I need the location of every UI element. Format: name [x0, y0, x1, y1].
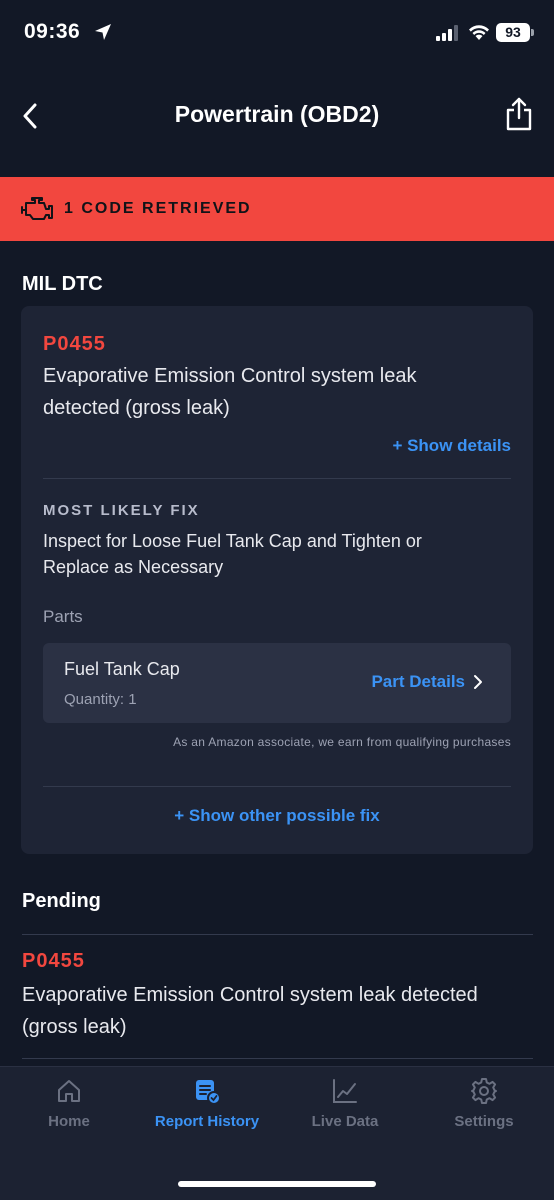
page-title: Powertrain (OBD2) [174, 101, 380, 127]
tab-settings-label: Settings [454, 1113, 514, 1130]
pending-divider-bottom [22, 1058, 533, 1059]
chevron-left-icon [23, 103, 37, 129]
status-time: 09:36 [24, 20, 81, 43]
tab-report-history-label: Report History [154, 1113, 260, 1130]
codes-retrieved-banner: 1 CODE RETRIEVED [0, 177, 554, 241]
banner-text: 1 CODE RETRIEVED [64, 200, 252, 217]
part-quantity: Quantity: 1 [64, 691, 137, 708]
live-data-chart-icon [333, 1079, 357, 1103]
share-icon [506, 97, 532, 131]
status-bar: 09:36 93 [0, 0, 554, 66]
back-button[interactable] [14, 98, 46, 134]
show-other-fix-link[interactable]: + Show other possible fix [21, 806, 533, 826]
tab-home[interactable]: Home [0, 1077, 138, 1141]
tab-report-history[interactable]: Report History [138, 1077, 276, 1141]
pending-divider-top [22, 934, 533, 935]
battery-indicator: 93 [496, 23, 530, 42]
amazon-associate-note: As an Amazon associate, we earn from qua… [173, 735, 511, 749]
most-likely-fix-heading: MOST LIKELY FIX [43, 502, 200, 519]
nav-header: Powertrain (OBD2) [0, 86, 554, 146]
tab-home-label: Home [48, 1113, 90, 1130]
pending-heading: Pending [22, 890, 101, 912]
tab-live-data-label: Live Data [311, 1113, 379, 1130]
location-arrow-icon [95, 24, 111, 40]
part-details-label: Part Details [371, 672, 465, 691]
gear-icon [471, 1078, 497, 1104]
check-engine-icon [21, 197, 53, 220]
tab-settings[interactable]: Settings [415, 1077, 553, 1141]
pending-dtc-description: Evaporative Emission Control system leak… [22, 984, 478, 1038]
dtc-code: P0455 [43, 333, 106, 355]
wifi-icon [469, 25, 489, 40]
battery-nub [531, 29, 534, 36]
card-divider-bottom [43, 786, 511, 787]
part-row-fuel-tank-cap[interactable]: Fuel Tank Cap Quantity: 1 Part Details [43, 643, 511, 723]
tab-bar: Home Report History Live Data Settings [0, 1066, 554, 1200]
mil-dtc-heading: MIL DTC [22, 273, 103, 295]
app-screen: 09:36 93 Powertrain (OBD2) 1 CODE RETRIE… [0, 0, 554, 1200]
card-divider [43, 478, 511, 479]
part-details-link[interactable]: Part Details [371, 672, 485, 692]
home-indicator [178, 1181, 376, 1187]
fix-description: Inspect for Loose Fuel Tank Cap and Tigh… [43, 531, 422, 577]
pending-dtc-code: P0455 [22, 950, 85, 972]
share-button[interactable] [502, 94, 536, 134]
chevron-right-icon [474, 675, 482, 689]
home-icon [58, 1080, 80, 1102]
report-history-icon [196, 1080, 221, 1105]
part-name: Fuel Tank Cap [64, 659, 180, 679]
parts-label: Parts [43, 607, 83, 626]
show-details-link[interactable]: + Show details [392, 436, 511, 456]
dtc-description: Evaporative Emission Control system leak… [43, 365, 417, 419]
dtc-card: P0455 Evaporative Emission Control syste… [21, 306, 533, 854]
cellular-signal-icon [436, 25, 458, 41]
tab-live-data[interactable]: Live Data [276, 1077, 414, 1141]
